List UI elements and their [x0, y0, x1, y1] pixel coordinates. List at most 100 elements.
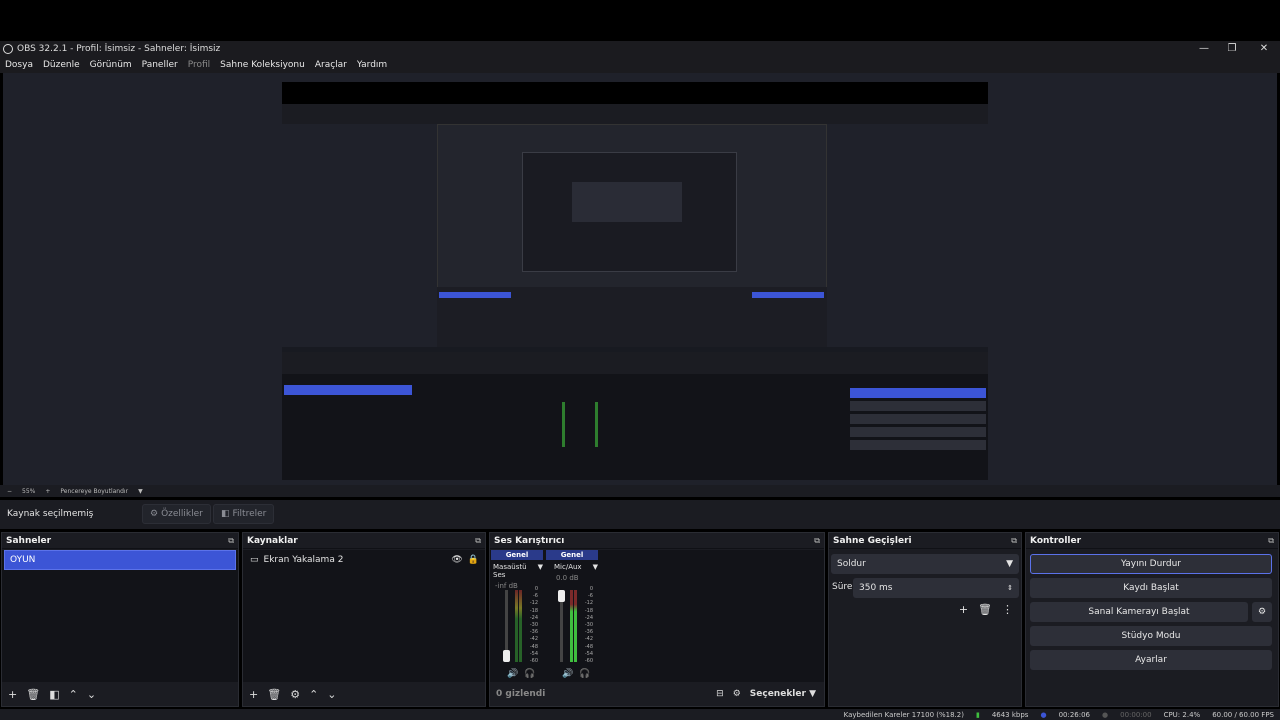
level-meter [570, 590, 573, 662]
studio-mode-button[interactable]: Stüdyo Modu [1030, 626, 1272, 646]
eye-icon[interactable]: 👁 [451, 555, 462, 565]
undock-icon[interactable]: ⧉ [475, 536, 481, 546]
speaker-icon[interactable]: 🔊 [562, 669, 573, 679]
close-icon[interactable]: ✕ [1249, 41, 1279, 57]
undock-icon[interactable]: ⧉ [814, 536, 820, 546]
trash-icon[interactable]: 🗑 [978, 603, 992, 616]
scene-item[interactable]: OYUN [4, 550, 236, 570]
duration-input[interactable]: 350 ms ⇕ [853, 578, 1019, 598]
mixer-options-button[interactable]: Seçenekler ▼ [750, 689, 816, 699]
channel-header: Genel [546, 550, 598, 560]
stream-indicator-icon: ● [1040, 710, 1047, 719]
up-arrow-icon[interactable]: ⌃ [309, 688, 318, 701]
preview-canvas[interactable] [282, 82, 988, 480]
menu-bar: Dosya Düzenle Görünüm Paneller Profil Sa… [0, 57, 1280, 73]
dropdown-arrow-icon[interactable]: ▼ [593, 563, 598, 571]
menu-view[interactable]: Görünüm [90, 60, 132, 70]
menu-help[interactable]: Yardım [357, 60, 387, 70]
no-source-label: Kaynak seçilmemiş [7, 509, 94, 519]
minimize-icon[interactable]: — [1189, 41, 1219, 57]
bitrate-indicator-icon: ▮ [975, 710, 980, 719]
fps: 60.00 / 60.00 FPS [1212, 710, 1274, 719]
lock-icon[interactable]: 🔒 [468, 555, 479, 565]
filter-icon: ◧ [221, 509, 230, 519]
status-bar: Kaybedilen Kareler 17100 (%18.2) ▮ 4643 … [0, 709, 1280, 720]
sources-header: Kaynaklar ⧉ [243, 533, 485, 549]
virtual-camera-settings-icon[interactable]: ⚙ [1252, 602, 1272, 622]
source-item[interactable]: ▭ Ekran Yakalama 2 👁 🔒 [243, 550, 485, 570]
filters-button[interactable]: ◧ Filtreler [213, 504, 275, 524]
stop-stream-button[interactable]: Yayını Durdur [1030, 554, 1272, 574]
sources-footer: + 🗑 ⚙ ⌃ ⌄ [243, 682, 485, 706]
speaker-icon[interactable]: 🔊 [507, 669, 518, 679]
gear-icon[interactable]: ⚙ [290, 688, 300, 701]
monitor-icon: ▭ [250, 555, 259, 565]
cpu-usage: CPU: 2.4% [1163, 710, 1201, 719]
level-meter [515, 590, 518, 662]
down-arrow-icon[interactable]: ⌄ [87, 688, 96, 701]
mixer-settings-icon[interactable]: ⚙ [733, 689, 741, 699]
menu-profile[interactable]: Profil [188, 60, 210, 70]
settings-button[interactable]: Ayarlar [1030, 650, 1272, 670]
add-icon[interactable]: + [959, 603, 968, 616]
zoom-dropdown-icon[interactable]: ▼ [138, 488, 143, 495]
trash-icon[interactable]: 🗑 [267, 688, 281, 701]
up-arrow-icon[interactable]: ⌃ [69, 688, 78, 701]
volume-slider-handle[interactable] [503, 650, 510, 662]
menu-tools[interactable]: Araçlar [315, 60, 347, 70]
volume-slider-handle[interactable] [558, 590, 565, 602]
source-toolbar: Kaynak seçilmemiş ⚙ Özellikler ◧ Filtrel… [0, 500, 1280, 529]
sources-dock: Kaynaklar ⧉ ▭ Ekran Yakalama 2 👁 🔒 + 🗑 ⚙… [242, 532, 486, 707]
duration-label: Süre [832, 582, 853, 592]
menu-edit[interactable]: Düzenle [43, 60, 80, 70]
filter-icon[interactable]: ◧ [49, 688, 59, 701]
scenes-dock: Sahneler ⧉ OYUN + 🗑 ◧ ⌃ ⌄ [1, 532, 239, 707]
properties-button[interactable]: ⚙ Özellikler [142, 504, 211, 524]
scenes-footer: + 🗑 ◧ ⌃ ⌄ [2, 682, 238, 706]
window-title: OBS 32.2.1 - Profil: İsimsiz - Sahneler:… [17, 44, 221, 54]
audio-mixer-dock: Ses Karıştırıcı ⧉ Genel Masaüstü Ses ▼ -i… [489, 532, 825, 707]
stepper-icon[interactable]: ⇕ [1007, 584, 1013, 592]
trash-icon[interactable]: 🗑 [26, 688, 40, 701]
fit-window-label: Pencereye Boyutlandır [60, 487, 129, 495]
menu-scene-collection[interactable]: Sahne Koleksiyonu [220, 60, 305, 70]
down-arrow-icon[interactable]: ⌄ [327, 688, 336, 701]
controls-dock: Kontroller ⧉ Yayını Durdur Kaydı Başlat … [1025, 532, 1279, 707]
zoom-bar: − 55% + Pencereye Boyutlandır ▼ [0, 485, 1280, 497]
add-icon[interactable]: + [8, 688, 17, 701]
headphones-icon[interactable]: 🎧 [579, 669, 590, 679]
mixer-body: Genel Masaüstü Ses ▼ -inf dB 0 -6 -12 -18 -24… [490, 550, 824, 682]
meter-scale: 0 -6 -12 -18 -24 -30 -36 -42 -48 -54 -60 [584, 586, 593, 665]
zoom-in-button[interactable]: + [45, 488, 50, 495]
start-record-button[interactable]: Kaydı Başlat [1030, 578, 1272, 598]
zoom-value: 55% [22, 487, 36, 495]
undock-icon[interactable]: ⧉ [1268, 536, 1274, 546]
zoom-out-button[interactable]: − [7, 488, 12, 495]
gear-icon: ⚙ [150, 509, 159, 519]
title-bar: OBS 32.2.1 - Profil: İsimsiz - Sahneler:… [0, 41, 1280, 57]
menu-docks[interactable]: Paneller [142, 60, 178, 70]
dropdown-arrow-icon[interactable]: ▼ [538, 563, 543, 579]
bitrate: 4643 kbps [991, 710, 1029, 719]
scenes-list: OYUN [2, 550, 238, 682]
layout-icon[interactable]: ⊟ [716, 689, 724, 699]
mixer-title: Ses Karıştırıcı [494, 535, 565, 546]
transition-select[interactable]: Soldur ▼ [831, 554, 1019, 574]
virtual-camera-button[interactable]: Sanal Kamerayı Başlat [1030, 602, 1248, 622]
channel-name[interactable]: Masaüstü Ses ▼ [491, 560, 543, 579]
menu-file[interactable]: Dosya [5, 60, 33, 70]
scenes-title: Sahneler [6, 535, 52, 546]
transitions-dock: Sahne Geçişleri ⧉ Soldur ▼ Süre 350 ms ⇕ +… [828, 532, 1022, 707]
dropped-frames: Kaybedilen Kareler 17100 (%18.2) [843, 710, 964, 719]
mixer-channel: Genel Masaüstü Ses ▼ -inf dB 0 -6 -12 -18 -24… [491, 550, 543, 684]
controls-title: Kontroller [1030, 535, 1082, 546]
channel-name[interactable]: Mic/Aux ▼ [546, 560, 598, 571]
add-icon[interactable]: + [249, 688, 258, 701]
source-item-label: Ekran Yakalama 2 [263, 555, 344, 565]
more-vertical-icon[interactable]: ⋮ [1002, 603, 1013, 616]
undock-icon[interactable]: ⧉ [1011, 536, 1017, 546]
maximize-icon[interactable]: ❐ [1217, 41, 1247, 57]
headphones-icon[interactable]: 🎧 [524, 669, 535, 679]
undock-icon[interactable]: ⧉ [228, 536, 234, 546]
transitions-title: Sahne Geçişleri [833, 535, 912, 546]
